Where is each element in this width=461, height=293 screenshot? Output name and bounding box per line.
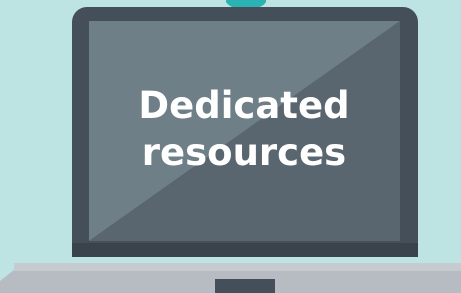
- base-top-edge: [14, 263, 461, 271]
- headline-line-1: Dedicated: [138, 84, 350, 127]
- trackpad-notch: [215, 279, 275, 293]
- headline-line-2: resources: [141, 131, 347, 174]
- illustration-canvas: Dedicated resources: [0, 0, 461, 293]
- screen-headline: Dedicated resources: [88, 82, 400, 176]
- hinge: [72, 243, 418, 257]
